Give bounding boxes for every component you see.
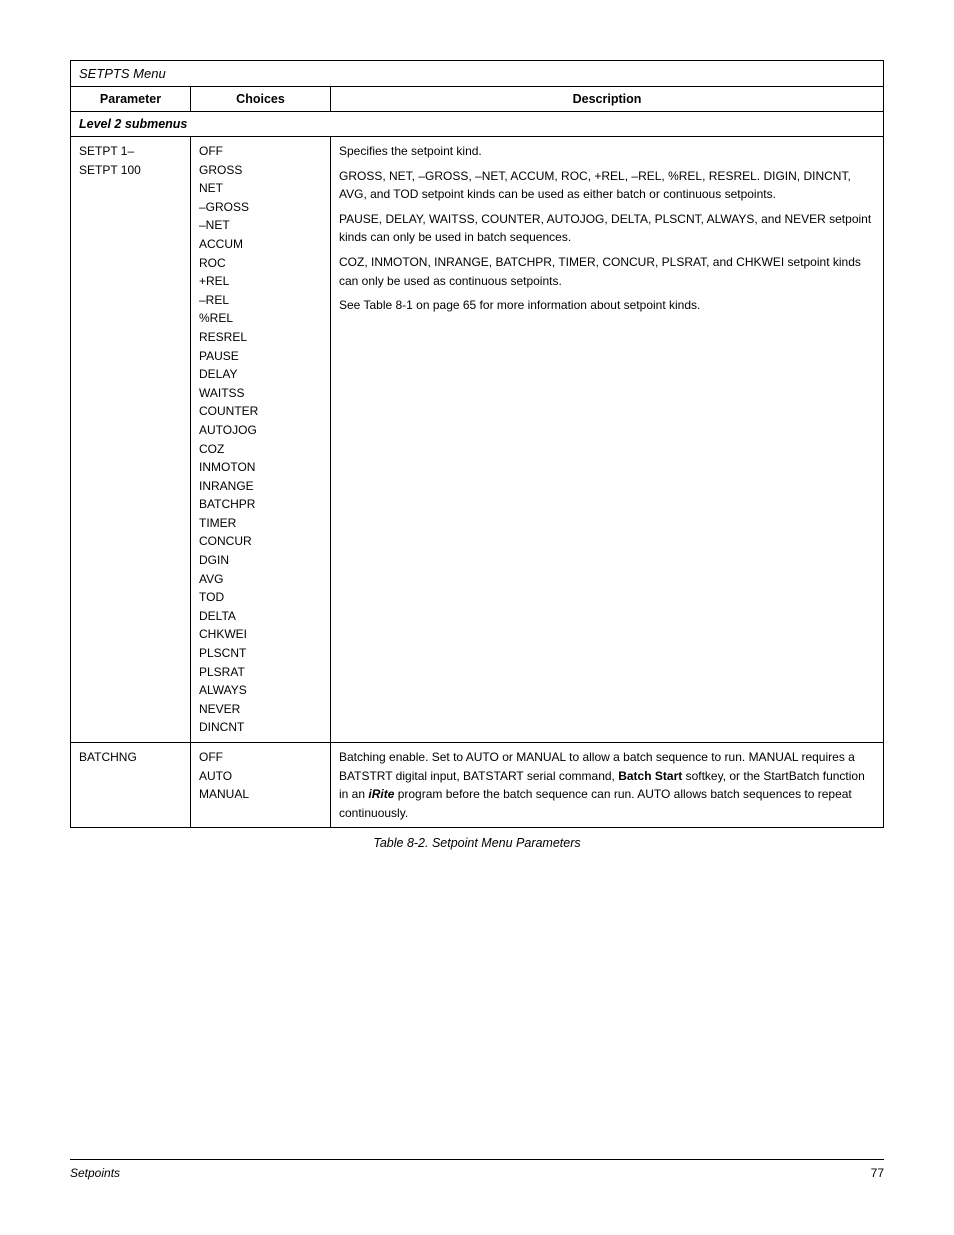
choices-batchng: OFFAUTOMANUAL	[191, 743, 331, 828]
footer-page: 77	[871, 1166, 884, 1180]
header-col2: Choices	[191, 87, 331, 112]
desc-batchng: Batching enable. Set to AUTO or MANUAL t…	[331, 743, 884, 828]
header-col1: Parameter	[71, 87, 191, 112]
table-row-batchng: BATCHNG OFFAUTOMANUAL Batching enable. S…	[71, 743, 884, 828]
header-row: Parameter Choices Description	[71, 87, 884, 112]
table-caption: Table 8-2. Setpoint Menu Parameters	[70, 836, 884, 850]
desc-setpt: Specifies the setpoint kind. GROSS, NET,…	[331, 137, 884, 743]
param-setpt: SETPT 1–SETPT 100	[71, 137, 191, 743]
title-row: SETPTS Menu	[71, 61, 884, 87]
page: SETPTS Menu Parameter Choices Descriptio…	[0, 0, 954, 1235]
footer-section: Setpoints	[70, 1166, 871, 1180]
choices-setpt: OFFGROSSNET–GROSS–NETACCUMROC+REL–REL%RE…	[191, 137, 331, 743]
subheader-cell: Level 2 submenus	[71, 112, 884, 137]
footer: Setpoints 77	[70, 1159, 884, 1180]
header-col3: Description	[331, 87, 884, 112]
table-row-setpt: SETPT 1–SETPT 100 OFFGROSSNET–GROSS–NETA…	[71, 137, 884, 743]
param-batchng: BATCHNG	[71, 743, 191, 828]
subheader-row: Level 2 submenus	[71, 112, 884, 137]
table-title-cell: SETPTS Menu	[71, 61, 884, 87]
main-table: SETPTS Menu Parameter Choices Descriptio…	[70, 60, 884, 828]
